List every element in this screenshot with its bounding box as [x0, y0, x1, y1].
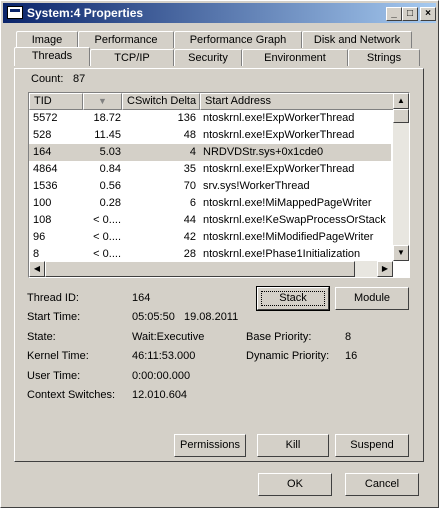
cell-tid: 5572	[33, 112, 58, 124]
vertical-scrollbar[interactable]: ▲ ▼	[393, 93, 409, 261]
tab-strings[interactable]: Strings	[348, 49, 420, 66]
close-button[interactable]: ×	[420, 7, 436, 21]
horizontal-scrollbar[interactable]: ◀ ▶	[29, 261, 393, 277]
kill-button[interactable]: Kill	[257, 434, 329, 457]
title-bar[interactable]: System:4 Properties _ □ ×	[3, 3, 436, 23]
table-row[interactable]: 100 0.28 6 ntoskrnl.exe!MiMappedPageWriter	[29, 195, 391, 212]
cell-cswitch-delta: 4	[189, 146, 196, 158]
cell-start-address: NRDVDStr.sys+0x1cde0	[203, 146, 324, 158]
cell-cpu: 0.56	[99, 180, 121, 192]
table-row[interactable]: 528 11.45 48 ntoskrnl.exe!ExpWorkerThread	[29, 127, 391, 144]
user-time-value: 0:00:00.000	[132, 370, 191, 382]
minimize-button[interactable]: _	[386, 7, 402, 21]
table-row[interactable]: 108 < 0.... 44 ntoskrnl.exe!KeSwapProcessOr…	[29, 212, 391, 229]
scroll-right-icon[interactable]: ▶	[377, 261, 393, 277]
cell-start-address: ntoskrnl.exe!ExpWorkerThread	[203, 163, 355, 175]
cell-cswitch-delta: 35	[183, 163, 196, 175]
cell-cpu: 0.84	[99, 163, 121, 175]
window-icon	[7, 6, 23, 19]
cell-start-address: ntoskrnl.exe!ExpWorkerThread	[203, 112, 355, 124]
horizontal-scroll-thumb[interactable]	[45, 261, 355, 277]
column-header-cpu[interactable]: ▼	[83, 93, 122, 110]
table-row[interactable]: 96 < 0.... 42 ntoskrnl.exe!MiModifiedPageWr…	[29, 229, 391, 246]
cell-cpu: 18.72	[93, 112, 121, 124]
tab-threads[interactable]: Threads	[14, 47, 90, 66]
cell-tid: 108	[33, 214, 52, 226]
scroll-left-icon[interactable]: ◀	[29, 261, 45, 277]
scroll-up-icon[interactable]: ▲	[393, 93, 409, 109]
column-header-cswitch-delta[interactable]: CSwitch Delta	[122, 93, 200, 110]
tab-performance[interactable]: Performance	[78, 31, 174, 48]
thread-id-label: Thread ID:	[27, 292, 79, 304]
count-label: Count:	[31, 73, 64, 85]
tab-tcpip[interactable]: TCP/IP	[90, 49, 174, 66]
cell-tid: 96	[33, 231, 46, 243]
cell-tid: 100	[33, 197, 52, 209]
window-title: System:4 Properties	[27, 6, 144, 20]
cell-tid: 164	[33, 146, 52, 158]
cell-start-address: srv.sys!WorkerThread	[203, 180, 310, 192]
cell-tid: 1536	[33, 180, 58, 192]
maximize-button[interactable]: □	[402, 7, 418, 21]
cell-cpu: 11.45	[94, 129, 121, 141]
tab-environment[interactable]: Environment	[242, 49, 348, 66]
suspend-button[interactable]: Suspend	[335, 434, 409, 457]
kernel-time-value: 46:11:53.000	[132, 350, 196, 362]
ok-button[interactable]: OK	[258, 473, 332, 496]
scroll-down-icon[interactable]: ▼	[393, 245, 409, 261]
cell-cswitch-delta: 6	[189, 197, 196, 209]
cell-cpu: < 0....	[93, 248, 121, 260]
module-button[interactable]: Module	[335, 287, 409, 310]
table-row[interactable]: 5572 18.72 136 ntoskrnl.exe!ExpWorkerThread	[29, 110, 391, 127]
sort-desc-icon: ▼	[98, 96, 107, 106]
thread-list[interactable]: TID ▼ CSwitch Delta Start Address 5572 18…	[28, 92, 410, 278]
cell-tid: 8	[33, 248, 40, 260]
cell-cswitch-delta: 44	[183, 214, 196, 226]
cell-cpu: 0.28	[99, 197, 121, 209]
cell-cpu: 5.03	[99, 146, 121, 158]
tab-disk-and-network[interactable]: Disk and Network	[302, 31, 412, 48]
state-value: Wait:Executive	[132, 331, 205, 343]
state-label: State:	[27, 331, 56, 343]
base-priority-value: 8	[345, 331, 352, 343]
table-row[interactable]: 164 5.03 4 NRDVDStr.sys+0x1cde0	[29, 144, 391, 161]
column-header-start-address[interactable]: Start Address	[200, 93, 395, 110]
cell-start-address: ntoskrnl.exe!MiModifiedPageWriter	[203, 231, 374, 243]
cancel-button[interactable]: Cancel	[345, 473, 419, 496]
cell-start-address: ntoskrnl.exe!Phase1Initialization	[203, 248, 361, 260]
vertical-scroll-thumb[interactable]	[393, 109, 409, 123]
count-value: 87	[73, 73, 86, 85]
cell-cswitch-delta: 136	[177, 112, 196, 124]
tab-security[interactable]: Security	[174, 49, 242, 66]
permissions-button[interactable]: Permissions	[174, 434, 246, 457]
cell-start-address: ntoskrnl.exe!ExpWorkerThread	[203, 129, 355, 141]
tab-image[interactable]: Image	[16, 31, 78, 48]
user-time-label: User Time:	[27, 370, 81, 382]
start-time-value: 05:05:50 19.08.2011	[132, 311, 239, 323]
cell-tid: 528	[33, 129, 52, 141]
base-priority-label: Base Priority:	[246, 331, 312, 343]
dynamic-priority-value: 16	[345, 350, 358, 362]
cell-cswitch-delta: 28	[183, 248, 196, 260]
tab-performance-graph[interactable]: Performance Graph	[174, 31, 302, 48]
cell-cpu: < 0....	[93, 231, 121, 243]
stack-button[interactable]: Stack	[256, 286, 330, 311]
start-time-label: Start Time:	[27, 311, 81, 323]
cell-start-address: ntoskrnl.exe!KeSwapProcessOrStack	[203, 214, 386, 226]
table-row[interactable]: 4864 0.84 35 ntoskrnl.exe!ExpWorkerThread	[29, 161, 391, 178]
cell-cswitch-delta: 48	[183, 129, 196, 141]
table-row[interactable]: 1536 0.56 70 srv.sys!WorkerThread	[29, 178, 391, 195]
cell-start-address: ntoskrnl.exe!MiMappedPageWriter	[203, 197, 372, 209]
cell-tid: 4864	[33, 163, 58, 175]
cell-cswitch-delta: 70	[183, 180, 196, 192]
cell-cswitch-delta: 42	[183, 231, 196, 243]
kernel-time-label: Kernel Time:	[27, 350, 89, 362]
thread-id-value: 164	[132, 292, 151, 304]
context-switches-label: Context Switches:	[27, 389, 116, 401]
cell-cpu: < 0....	[93, 214, 121, 226]
context-switches-value: 12.010.604	[132, 389, 188, 401]
dynamic-priority-label: Dynamic Priority:	[246, 350, 330, 362]
column-header-tid[interactable]: TID	[29, 93, 83, 110]
